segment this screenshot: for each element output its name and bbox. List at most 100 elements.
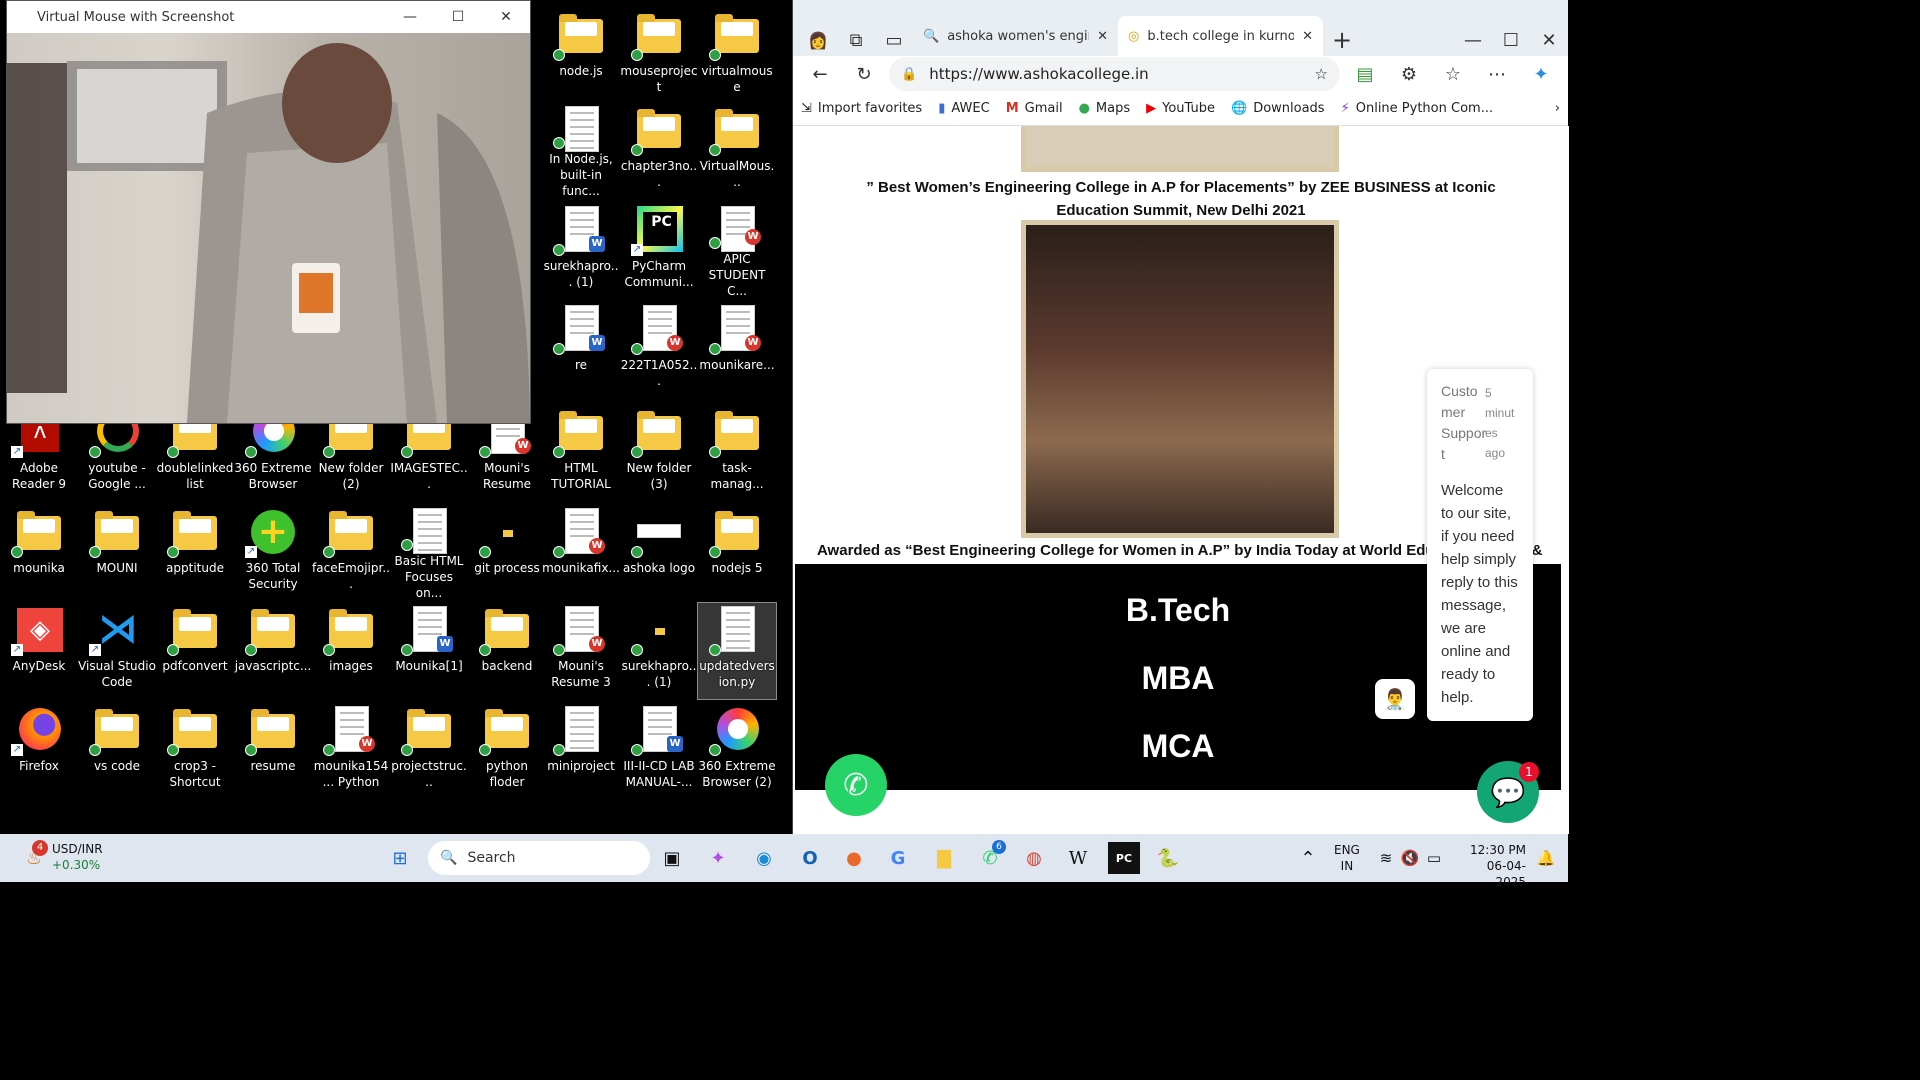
close-button[interactable]: ✕ [1530,24,1568,56]
outlook-icon[interactable]: O [794,842,826,874]
tab-close-icon[interactable]: ✕ [1302,29,1313,44]
pycharm-icon[interactable]: PC [1108,842,1140,874]
show-hidden-icons-chevron[interactable]: ⌃ [1292,842,1324,874]
desktop-icon[interactable]: Wmounika154... Python [312,703,390,799]
notification-bell-icon[interactable]: 🔔 [1530,842,1562,874]
desktop-icon[interactable]: In Node.js, built-in func... [542,103,620,199]
desktop-icon[interactable]: W 222T1A052... [620,302,698,398]
desktop-icon[interactable]: backend [468,603,546,699]
profile-avatar[interactable]: 👩 [799,24,837,56]
language-indicator[interactable]: ENG IN [1334,842,1360,874]
vertical-tabs-icon[interactable]: ▭ [875,24,913,56]
desktop-icon[interactable]: updatedversion.py [697,602,777,700]
desktop-icon[interactable]: nodejs 5 [698,505,776,601]
clock[interactable]: 12:30 PM 06-04-2025 [1462,842,1526,890]
desktop-icon[interactable]: MOUNI [78,505,156,601]
favorite-star-icon[interactable]: ☆ [1315,65,1328,83]
desktop-icon[interactable]: crop3 - Shortcut [156,703,234,799]
favorite-maps[interactable]: ● Maps [1079,101,1131,116]
task-view-icon[interactable]: ▣ [656,842,688,874]
desktop-icon[interactable]: W APIC STUDENT C... [698,203,776,299]
extensions-icon[interactable]: ⚙ [1390,58,1428,90]
desktop-icon[interactable]: Basic HTML Focuses on... [390,505,468,601]
favorites-icon[interactable]: ☆ [1434,58,1472,90]
desktop-icon[interactable]: ◈ ↗ AnyDesk [0,603,78,699]
desktop-icon[interactable]: pdfconvert [156,603,234,699]
favorite-online-python[interactable]: ⚡ Online Python Com... [1341,101,1494,116]
back-icon[interactable]: ← [801,58,839,90]
desktop-icon[interactable]: miniproject [542,703,620,799]
desktop-icon[interactable]: W III-II-CD LAB MANUAL-... [620,703,698,799]
collections-icon[interactable]: ⧉ [837,24,875,56]
desktop-icon[interactable]: images [312,603,390,699]
google-icon[interactable]: G [882,842,914,874]
wikipedia-icon[interactable]: W [1062,842,1094,874]
browser-window[interactable]: 👩 ⧉ ▭ 🔍 ashoka women's engineering ✕ ◎ b… [792,0,1569,834]
battery-icon[interactable]: ▭ [1418,842,1450,874]
chevron-right-icon[interactable]: › [1555,101,1560,116]
program-mca[interactable]: MCA [795,728,1561,765]
desktop-icon[interactable]: Wmounikare... [698,302,776,398]
ticker-widget[interactable]: USD/INR +0.30% [52,841,103,873]
desktop-icon[interactable]: surekhapro... (1) [620,603,698,699]
desktop-icon[interactable]: python floder [468,703,546,799]
desktop-icon[interactable]: + ↗ 360 Total Security [234,505,312,601]
maximize-button[interactable]: ☐ [1492,24,1530,56]
desktop-icon[interactable]: ⋊ ↗ Visual Studio Code [78,603,156,699]
copilot-icon[interactable]: ✦ [702,842,734,874]
new-tab-button[interactable]: + [1323,24,1361,56]
favorite-awec[interactable]: ▮ AWEC [938,101,989,116]
chat-popup[interactable]: Custo mer Suppor t 5 minut es ago Welcom… [1427,369,1533,721]
desktop-icon[interactable]: W Mounika[1] [390,603,468,699]
desktop-icon[interactable]: git process [468,505,546,601]
edge-icon[interactable]: ◉ [748,842,780,874]
search-box[interactable]: 🔍 Search [428,841,650,875]
copilot-icon[interactable]: ✦ [1522,58,1560,90]
desktop-icon[interactable]: task-manag... [698,405,776,501]
close-button[interactable]: ✕ [482,9,530,25]
camera-window[interactable]: Virtual Mouse with Screenshot — ☐ ✕ [6,0,531,424]
desktop-icon[interactable]: node.js [542,8,620,104]
desktop-icon[interactable]: resume [234,703,312,799]
desktop-icon[interactable]: javascriptc... [234,603,312,699]
address-bar[interactable]: 🔒 https://www.ashokacollege.in ☆ [889,57,1340,91]
desktop-icon[interactable]: mounika [0,505,78,601]
favorite-import[interactable]: ⇲ Import favorites [801,101,922,116]
desktop-icon[interactable]: projectstruc... [390,703,468,799]
minimize-button[interactable]: — [386,9,434,25]
desktop-icon[interactable]: Wmounikafix... [542,505,620,601]
desktop-icon[interactable]: 360 Extreme Browser (2) [698,703,776,799]
maximize-button[interactable]: ☐ [434,9,482,25]
desktop-icon[interactable]: PC ↗ PyCharm Communi... [620,203,698,299]
camera-window-titlebar[interactable]: Virtual Mouse with Screenshot — ☐ ✕ [7,1,530,33]
desktop-icon[interactable]: ashoka logo [620,505,698,601]
favorite-youtube[interactable]: ▶ YouTube [1146,101,1215,116]
firefox-icon[interactable]: ● [838,842,870,874]
favorite-gmail[interactable]: M Gmail [1006,101,1063,116]
desktop-icon[interactable]: chapter3no... [620,103,698,199]
desktop-icon[interactable]: virtualmouse [698,8,776,104]
file-explorer-icon[interactable]: ▇ [928,842,960,874]
desktop-icon[interactable]: apptitude [156,505,234,601]
tab-ashoka-search[interactable]: 🔍 ashoka women's engineering ✕ [913,16,1118,56]
chrome-icon[interactable]: ◍ [1018,842,1050,874]
desktop-icon[interactable]: ↗ Firefox [0,703,78,799]
tab-close-icon[interactable]: ✕ [1097,29,1108,44]
desktop-icon[interactable]: Wre [542,302,620,398]
favorite-downloads[interactable]: 🌐 Downloads [1231,101,1325,116]
desktop-icon[interactable]: VirtualMous... [698,103,776,199]
desktop-icon[interactable]: New folder (3) [620,405,698,501]
desktop-icon[interactable]: HTML TUTORIAL [542,405,620,501]
whatsapp-button[interactable]: ✆ [825,754,887,816]
desktop-icon[interactable]: vs code [78,703,156,799]
desktop-icon[interactable]: faceEmojipr... [312,505,390,601]
desktop-icon[interactable]: Wsurekhapro... (1) [542,203,620,299]
more-menu-icon[interactable]: ⋯ [1478,58,1516,90]
reading-view-icon[interactable]: ▤ [1346,58,1384,90]
minimize-button[interactable]: — [1454,24,1492,56]
refresh-icon[interactable]: ↻ [845,58,883,90]
start-button[interactable]: ⊞ [384,842,416,874]
desktop-icon[interactable]: mouseproject [620,8,698,104]
tab-btech-college[interactable]: ◎ b.tech college in kurnool| re ✕ [1118,16,1323,56]
python-app-icon[interactable]: 🐍 [1152,842,1184,874]
